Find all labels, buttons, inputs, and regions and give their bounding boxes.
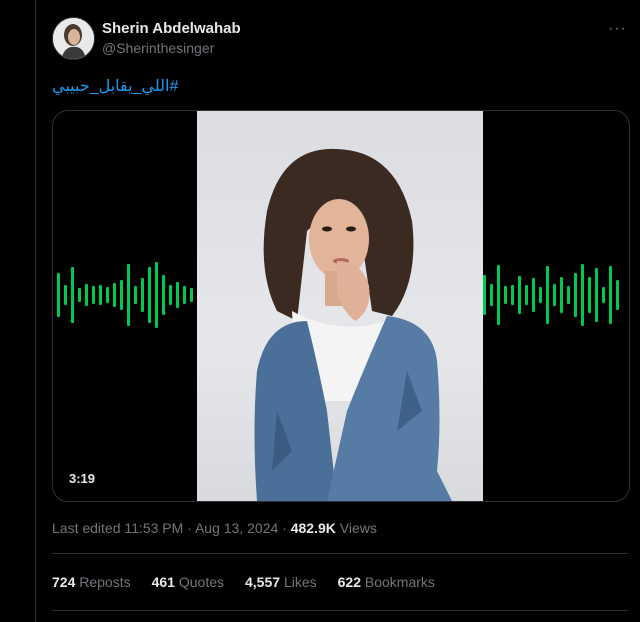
waveform-bar [162, 275, 165, 315]
divider-bottom [52, 610, 628, 611]
waveform-bar [106, 287, 109, 303]
waveform-bar [148, 267, 151, 323]
waveform-bar [504, 286, 507, 304]
waveform-bar [92, 286, 95, 304]
meta-separator-2: · [282, 520, 287, 536]
waveform-bar [169, 285, 172, 305]
waveform-right [483, 259, 625, 331]
stat-number: 724 [52, 574, 76, 590]
stat-bookmarks[interactable]: 622 Bookmarks [338, 574, 435, 590]
waveform-bar [553, 284, 556, 306]
video-thumbnail [197, 111, 483, 501]
waveform-bar [567, 286, 570, 304]
divider [52, 553, 628, 554]
waveform-bar [57, 273, 60, 317]
views-label: Views [339, 520, 377, 536]
waveform-bar [78, 288, 81, 302]
tweet-meta: Last edited 11:53 PM · Aug 13, 2024 · 48… [52, 520, 377, 536]
avatar[interactable] [52, 17, 95, 60]
stat-number: 4,557 [245, 574, 281, 590]
waveform-bar [64, 285, 67, 305]
stat-label: Quotes [178, 574, 224, 590]
waveform-bar [183, 286, 186, 304]
meta-separator: · [187, 520, 192, 536]
stat-label: Likes [283, 574, 317, 590]
waveform-bar [581, 264, 584, 326]
waveform-bar [141, 278, 144, 312]
waveform-bar [525, 285, 528, 305]
video-duration: 3:19 [69, 471, 96, 486]
stat-number: 461 [151, 574, 175, 590]
edited-label[interactable]: Last edited [52, 520, 121, 536]
waveform-bar [190, 288, 193, 302]
waveform-bar [155, 262, 158, 328]
stat-reposts[interactable]: 724 Reposts [52, 574, 131, 590]
left-border [35, 0, 36, 622]
more-icon[interactable]: ··· [608, 20, 627, 38]
tweet-date[interactable]: Aug 13, 2024 [195, 520, 278, 536]
waveform-bar [490, 284, 493, 306]
waveform-bar [483, 275, 486, 315]
author-name[interactable]: Sherin Abdelwahab [102, 20, 241, 37]
waveform-bar [539, 287, 542, 303]
waveform-bar [99, 285, 102, 305]
waveform-bar [134, 286, 137, 304]
waveform-bar [113, 283, 116, 307]
engagement-stats: 724 Reposts 461 Quotes 4,557 Likes 622 B… [52, 574, 456, 590]
waveform-bar [588, 277, 591, 313]
waveform-bar [85, 284, 88, 306]
hashtag-link[interactable]: #اللي_يقابل_حبيبي [52, 76, 178, 96]
waveform-bar [71, 267, 74, 323]
stat-likes[interactable]: 4,557 Likes [245, 574, 317, 590]
avatar-image [53, 18, 94, 59]
waveform-bar [532, 278, 535, 312]
waveform-left [57, 259, 197, 331]
waveform-bar [595, 268, 598, 322]
tweet-time[interactable]: 11:53 PM [124, 520, 183, 536]
waveform-bar [127, 264, 130, 326]
stat-label: Reposts [79, 574, 131, 590]
stat-quotes[interactable]: 461 Quotes [152, 574, 224, 590]
waveform-bar [176, 282, 179, 308]
waveform-bar [574, 273, 577, 317]
stat-label: Bookmarks [364, 574, 435, 590]
author-handle[interactable]: @Sherinthesinger [102, 40, 214, 56]
views-count: 482.9K [290, 520, 336, 536]
waveform-bar [560, 277, 563, 313]
waveform-bar [497, 265, 500, 325]
video-player[interactable]: 3:19 [52, 110, 630, 502]
waveform-bar [609, 266, 612, 324]
stat-number: 622 [337, 574, 361, 590]
waveform-bar [518, 276, 521, 314]
waveform-bar [546, 266, 549, 324]
waveform-bar [120, 280, 123, 310]
waveform-bar [616, 280, 619, 310]
waveform-bar [511, 285, 514, 305]
waveform-bar [602, 287, 605, 303]
